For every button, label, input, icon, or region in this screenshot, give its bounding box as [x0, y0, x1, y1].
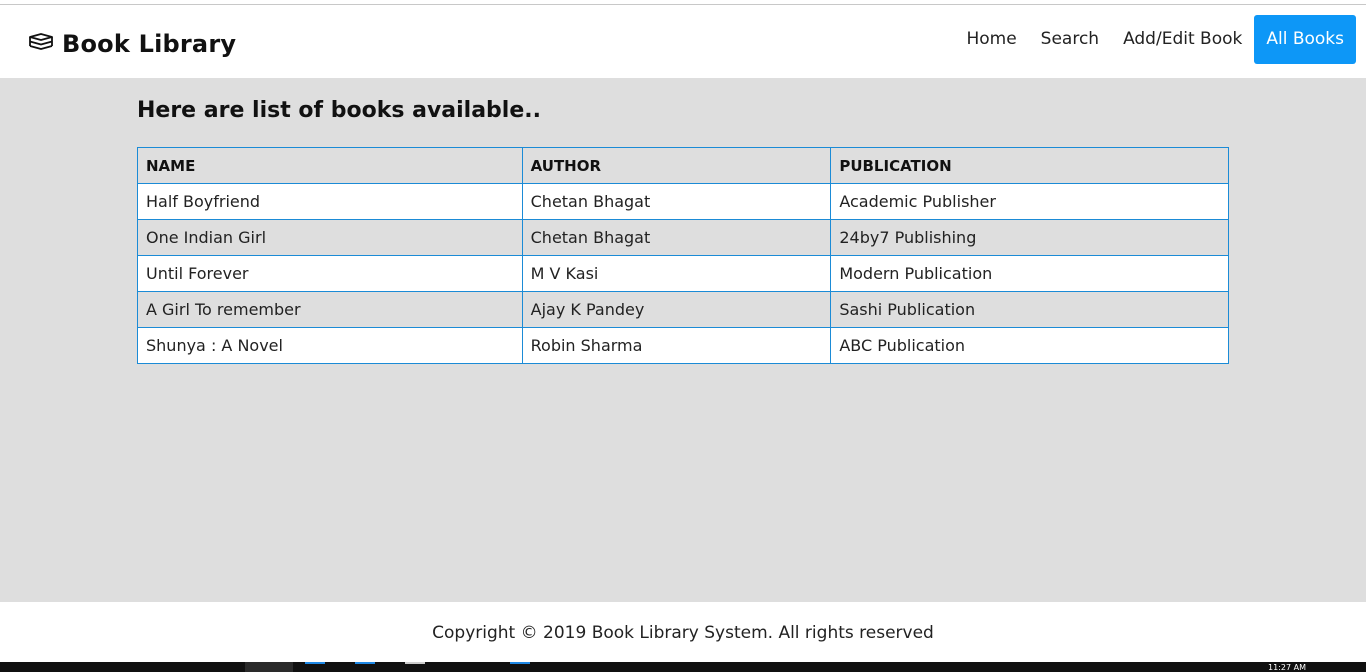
cell-author: Ajay K Pandey — [521, 291, 832, 328]
taskbar-app-icon[interactable] — [305, 662, 325, 672]
table-row: One Indian Girl Chetan Bhagat 24by7 Publ… — [137, 219, 1229, 256]
table-row: Shunya : A Novel Robin Sharma ABC Public… — [137, 327, 1229, 364]
column-header-author: AUTHOR — [521, 147, 832, 184]
cell-name: Until Forever — [137, 255, 523, 292]
cell-name: One Indian Girl — [137, 219, 523, 256]
cell-publication: ABC Publication — [830, 327, 1229, 364]
nav-link-search[interactable]: Search — [1029, 15, 1111, 64]
cell-publication: Modern Publication — [830, 255, 1229, 292]
nav-link-home[interactable]: Home — [954, 15, 1028, 64]
page-heading: Here are list of books available.. — [137, 98, 541, 123]
nav-links: Home Search Add/Edit Book All Books — [954, 15, 1356, 64]
cell-name: Half Boyfriend — [137, 183, 523, 220]
navbar: Book Library Home Search Add/Edit Book A… — [0, 5, 1366, 78]
footer: Copyright © 2019 Book Library System. Al… — [0, 602, 1366, 662]
os-taskbar: 11:27 AM — [0, 662, 1366, 672]
cell-publication: 24by7 Publishing — [830, 219, 1229, 256]
taskbar-app-icon[interactable] — [405, 662, 425, 672]
cell-name: A Girl To remember — [137, 291, 523, 328]
nav-link-add-edit-book[interactable]: Add/Edit Book — [1111, 15, 1254, 64]
brand[interactable]: Book Library — [28, 27, 236, 61]
table-row: Half Boyfriend Chetan Bhagat Academic Pu… — [137, 183, 1229, 220]
cell-author: Chetan Bhagat — [521, 183, 832, 220]
column-header-publication: PUBLICATION — [830, 147, 1229, 184]
cell-author: M V Kasi — [521, 255, 832, 292]
column-header-name: NAME — [137, 147, 523, 184]
cell-author: Robin Sharma — [521, 327, 832, 364]
books-stack-icon — [28, 33, 54, 55]
taskbar-clock[interactable]: 11:27 AM — [1268, 663, 1306, 672]
nav-link-all-books[interactable]: All Books — [1254, 15, 1356, 64]
cell-publication: Academic Publisher — [830, 183, 1229, 220]
taskbar-app-icon[interactable] — [245, 662, 293, 672]
table-row: Until Forever M V Kasi Modern Publicatio… — [137, 255, 1229, 292]
taskbar-app-icon[interactable] — [510, 662, 530, 672]
cell-publication: Sashi Publication — [830, 291, 1229, 328]
cell-name: Shunya : A Novel — [137, 327, 523, 364]
table-header-row: NAME AUTHOR PUBLICATION — [137, 147, 1229, 184]
cell-author: Chetan Bhagat — [521, 219, 832, 256]
books-table: NAME AUTHOR PUBLICATION Half Boyfriend C… — [137, 147, 1229, 364]
copyright-text: Copyright © 2019 Book Library System. Al… — [432, 623, 934, 643]
taskbar-app-icon[interactable] — [355, 662, 375, 672]
main-content: Here are list of books available.. NAME … — [0, 78, 1366, 602]
brand-title: Book Library — [62, 30, 237, 58]
table-row: A Girl To remember Ajay K Pandey Sashi P… — [137, 291, 1229, 328]
